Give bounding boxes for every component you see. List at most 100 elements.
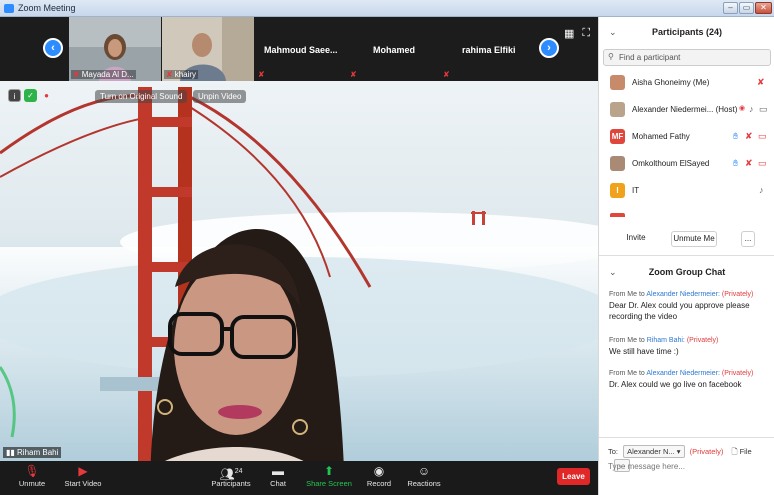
chat-message: From Me to Riham Bahi: (Privately) We st… bbox=[609, 335, 769, 357]
video-thumbnail-strip: ‹ ✘ Mayada Al D... ✘ khairy Mahmoud Saee… bbox=[0, 17, 598, 81]
view-controls: ▦ ⛶ bbox=[564, 27, 590, 40]
participants-header: ⌄ Participants (24) bbox=[599, 17, 774, 46]
divider bbox=[599, 437, 774, 438]
start-video-button[interactable]: ▶︎ Start Video bbox=[62, 464, 104, 488]
record-button[interactable]: ◉ Record bbox=[364, 464, 394, 488]
chevron-left-icon: ‹ bbox=[51, 42, 55, 54]
leave-button[interactable]: Leave bbox=[557, 468, 590, 485]
avatar: MF bbox=[610, 129, 625, 144]
chat-message-text: Dear Dr. Alex could you approve please r… bbox=[609, 301, 750, 321]
mic-muted-icon: ✘ bbox=[258, 70, 265, 79]
mic-muted-icon: ✘ bbox=[350, 70, 357, 79]
participant-search-input[interactable]: ⚲ Find a participant bbox=[603, 49, 771, 66]
chat-button[interactable]: ▬ Chat bbox=[266, 464, 290, 488]
title-bar: Zoom Meeting – ▭ ✕ bbox=[0, 0, 774, 17]
participant-name: Aisha Ghoneimy (Me) bbox=[632, 78, 710, 87]
tile-name-1[interactable]: Mahmoud Saee... bbox=[264, 45, 338, 55]
security-shield-icon[interactable]: ✓ bbox=[24, 89, 37, 102]
video-off-icon: ▭ bbox=[758, 131, 767, 141]
zoom-window: Zoom Meeting – ▭ ✕ ‹ ✘ Mayada Al D... ✘ … bbox=[0, 0, 774, 495]
recipient-select[interactable]: Alexander N... ▾ bbox=[623, 445, 685, 458]
reactions-button[interactable]: ☺︎ Reactions bbox=[406, 464, 442, 488]
tile-name-3[interactable]: rahima Elfiki bbox=[462, 45, 516, 55]
mic-muted-icon: ✘ bbox=[443, 70, 450, 79]
mic-muted-icon: ✘ bbox=[166, 70, 173, 79]
file-icon[interactable]: 🗋︎ bbox=[731, 447, 737, 456]
gallery-view-icon[interactable]: ▦ bbox=[564, 27, 574, 40]
file-button[interactable]: File bbox=[740, 447, 752, 456]
chat-message: From Me to Alexander Niedermeier: (Priva… bbox=[609, 368, 769, 390]
fullscreen-icon[interactable]: ⛶ bbox=[582, 27, 590, 40]
turn-on-original-sound-button[interactable]: Turn on Original Sound bbox=[95, 90, 188, 103]
share-screen-button[interactable]: ⬆︎ Share Screen bbox=[306, 464, 352, 488]
unmute-button[interactable]: 🎙︎ Unmute bbox=[12, 464, 52, 488]
participants-icon: 👥︎24 bbox=[219, 467, 243, 481]
chat-message-header: From Me to Riham Bahi: (Privately) bbox=[609, 337, 719, 344]
speaker-name-tag: ▮▮ Riham Bahi bbox=[3, 447, 62, 458]
main-video-area: ‹ ✘ Mayada Al D... ✘ khairy Mahmoud Saee… bbox=[0, 17, 598, 495]
tile-name-2[interactable]: Mohamed bbox=[373, 45, 415, 55]
speaker-video bbox=[0, 17, 598, 495]
invite-button[interactable]: Invite bbox=[619, 231, 653, 247]
avatar bbox=[610, 75, 625, 90]
info-icon[interactable]: i bbox=[8, 89, 21, 102]
video-icon: ▭ bbox=[759, 104, 768, 114]
participants-count: 24 bbox=[234, 468, 243, 475]
chat-message-header: From Me to Alexander Niedermeier: (Priva… bbox=[609, 370, 754, 377]
chat-message: From Me to Alexander Niedermeier: (Priva… bbox=[609, 289, 769, 322]
meeting-controls-bar: 🎙︎ Unmute ▶︎ Start Video 👥︎24 Participan… bbox=[0, 461, 598, 495]
participant-row[interactable]: I IT ♪ bbox=[599, 179, 774, 205]
video-off-icon: ▶︎ bbox=[78, 464, 88, 478]
chat-message-input[interactable]: Type message here... bbox=[608, 462, 685, 471]
share-screen-icon: ⬆︎ bbox=[323, 464, 335, 478]
reactions-icon: ☺︎ bbox=[417, 464, 431, 478]
participant-name: Omkolthoum ElSayed bbox=[632, 159, 710, 168]
maximize-button[interactable]: ▭ bbox=[739, 2, 754, 14]
participant-row[interactable]: Omkolthoum ElSayed ✋︎ ✘ ▭ bbox=[599, 152, 774, 178]
participant-name: Mohamed Fathy bbox=[632, 132, 690, 141]
mic-muted-icon: ✘ bbox=[73, 70, 80, 79]
more-options-button[interactable]: ... bbox=[741, 231, 755, 247]
next-page-button[interactable]: › bbox=[539, 38, 559, 58]
meeting-info-icons: i ✓ ● bbox=[8, 89, 53, 102]
side-panel: ⌄ Participants (24) ⚲ Find a participant… bbox=[598, 17, 774, 495]
participant-row[interactable]: Aisha Ghoneimy (Me) ✘ bbox=[599, 71, 774, 97]
mic-icon: ♪ bbox=[759, 185, 764, 195]
avatar bbox=[610, 213, 625, 217]
video-thumb-2[interactable]: ✘ khairy bbox=[162, 17, 254, 81]
prev-page-button[interactable]: ‹ bbox=[43, 38, 63, 58]
avatar: I bbox=[610, 183, 625, 198]
mic-icon: ♪ bbox=[749, 104, 754, 114]
unpin-video-button[interactable]: Unpin Video bbox=[193, 90, 247, 103]
chat-message-text: Dr. Alex could we go live on facebook bbox=[609, 380, 742, 389]
record-icon: ◉ bbox=[373, 464, 385, 478]
thumb-name-2: ✘ khairy bbox=[164, 70, 199, 79]
participant-name: Alexander Niedermei... (Host) bbox=[632, 105, 738, 114]
zoom-app-icon bbox=[4, 4, 14, 13]
chat-title: Zoom Group Chat bbox=[648, 267, 726, 277]
participant-row[interactable]: MF Mohamed Fathy ✋︎ ✘ ▭ bbox=[599, 125, 774, 151]
avatar bbox=[610, 156, 625, 171]
participants-button[interactable]: 👥︎24 Participants bbox=[208, 464, 254, 488]
recording-dot-icon: ● bbox=[44, 91, 49, 100]
mic-muted-icon: 🎙︎ bbox=[24, 464, 40, 478]
raised-hand-icon: ✋︎ bbox=[733, 158, 739, 168]
participant-name: IT bbox=[632, 186, 640, 195]
video-off-icon: ▭ bbox=[758, 158, 767, 168]
search-icon: ⚲ bbox=[608, 52, 614, 61]
chat-message-header: From Me to Alexander Niedermeier: (Priva… bbox=[609, 291, 754, 298]
participants-title: Participants (24) bbox=[651, 27, 723, 37]
avatar bbox=[610, 102, 625, 117]
chat-message-text: We still have time :) bbox=[609, 347, 679, 356]
chat-bubble-icon: ▬ bbox=[272, 464, 284, 478]
minimize-button[interactable]: – bbox=[723, 2, 738, 14]
raised-hand-icon: ✋︎ bbox=[733, 131, 739, 141]
window-title: Zoom Meeting bbox=[18, 3, 76, 13]
divider bbox=[599, 255, 774, 256]
close-button[interactable]: ✕ bbox=[755, 2, 772, 14]
video-thumb-1[interactable]: ✘ Mayada Al D... bbox=[69, 17, 161, 81]
unmute-me-button[interactable]: Unmute Me bbox=[671, 231, 717, 247]
mic-muted-icon: ✘ bbox=[745, 158, 753, 168]
recording-icon: ◉ bbox=[739, 105, 746, 112]
participant-row[interactable]: Alexander Niedermei... (Host) ◉ ♪ ▭ bbox=[599, 98, 774, 124]
